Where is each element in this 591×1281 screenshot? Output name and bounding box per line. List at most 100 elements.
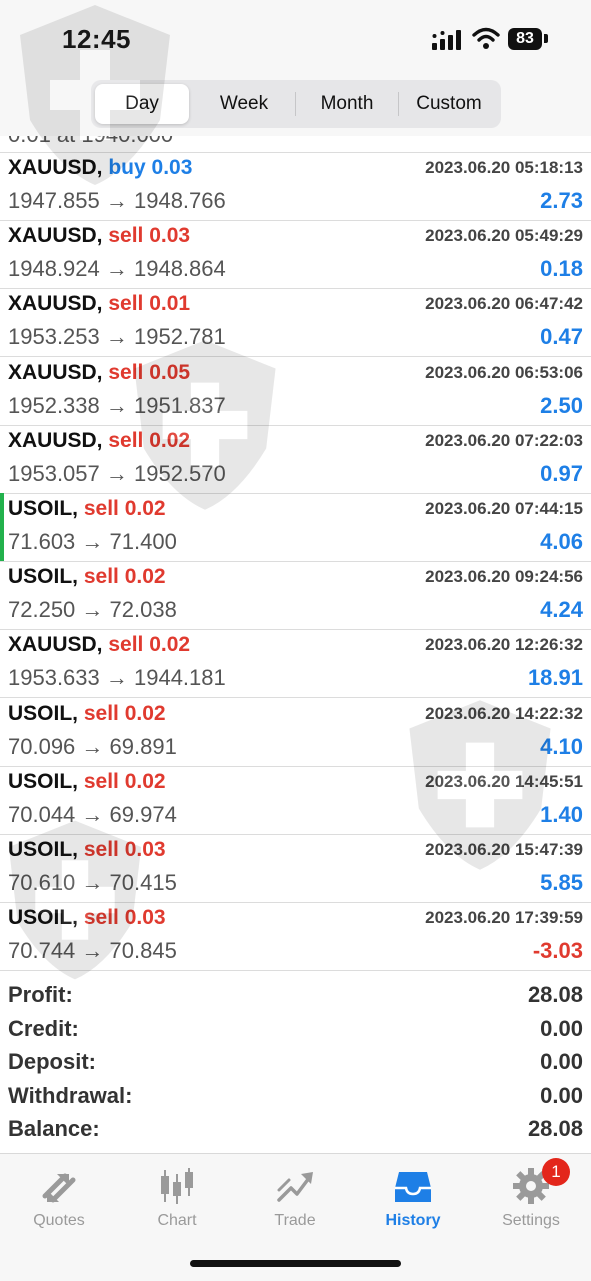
trade-side: sell 0.02 [83, 565, 166, 589]
trade-profit: 5.85 [540, 870, 583, 895]
trade-icon [277, 1172, 313, 1202]
tab-trade[interactable]: Trade [236, 1162, 354, 1242]
tab-chart[interactable]: Chart [118, 1162, 236, 1242]
trade-symbol-line: USOIL, sell 0.03 [8, 838, 166, 862]
trade-symbol-line: XAUUSD, sell 0.01 [8, 292, 190, 316]
trade-side: sell 0.03 [83, 906, 166, 930]
trade-symbol-line: USOIL, sell 0.02 [8, 770, 166, 794]
tab-history-label: History [385, 1212, 441, 1229]
trade-profit: 2.73 [540, 188, 583, 213]
trade-prices: 1953.253 → 1952.781 [8, 324, 226, 350]
trade-symbol-line: USOIL, sell 0.02 [8, 497, 166, 521]
trade-side: sell 0.02 [83, 769, 166, 793]
selected-row-marker [0, 493, 4, 561]
home-indicator [190, 1260, 401, 1267]
trade-row[interactable]: USOIL, sell 0.03 2023.06.20 15:47:39 70.61… [0, 834, 591, 903]
status-time: 12:45 [62, 24, 131, 54]
trade-side: sell 0.02 [83, 701, 166, 725]
trade-row[interactable]: USOIL, sell 0.02 2023.06.20 14:45:51 70.04… [0, 766, 591, 835]
trade-profit: 4.24 [540, 597, 583, 623]
trade-symbol-line: XAUUSD, sell 0.05 [8, 361, 190, 385]
trade-profit: 0.47 [540, 324, 583, 350]
tab-quotes[interactable]: Quotes [0, 1162, 118, 1242]
trade-side: buy 0.03 [108, 156, 193, 179]
trade-history-list[interactable]: 0.01 at 1940.000 XAUUSD, buy 0.03 2023.06… [0, 136, 591, 972]
summary-label: Withdrawal: [8, 1082, 133, 1108]
trade-side: sell 0.01 [108, 292, 191, 316]
summary-label: Credit: [8, 1015, 79, 1041]
trade-symbol: USOIL, [8, 497, 79, 520]
trade-prices: 72.250 → 72.038 [8, 597, 177, 623]
segment-custom[interactable]: Custom [399, 84, 499, 124]
trade-datetime: 2023.06.20 07:22:03 [425, 430, 583, 450]
trade-row[interactable]: XAUUSD, sell 0.02 2023.06.20 07:22:03 1953… [0, 425, 591, 494]
quotes-icon [42, 1173, 76, 1203]
tab-settings-label: Settings [502, 1212, 560, 1229]
tab-history[interactable]: History [354, 1162, 472, 1242]
segment-day[interactable]: Day [95, 84, 189, 124]
trade-row[interactable]: XAUUSD, sell 0.05 2023.06.20 06:53:06 1952… [0, 357, 591, 426]
trade-row[interactable]: XAUUSD, buy 0.03 2023.06.20 05:18:13 1947.… [0, 152, 591, 221]
trade-side: sell 0.02 [108, 633, 191, 657]
trade-profit: -3.03 [532, 938, 583, 964]
tab-chart-label: Chart [157, 1212, 197, 1229]
summary-value: 0.00 [540, 1049, 583, 1074]
chart-icon [161, 1168, 193, 1204]
trade-datetime: 2023.06.20 06:53:06 [425, 362, 583, 382]
segment-week[interactable]: Week [194, 84, 294, 124]
trade-datetime: 2023.06.20 09:24:56 [425, 567, 583, 587]
trade-row[interactable]: XAUUSD, sell 0.02 2023.06.20 12:26:32 1953… [0, 629, 591, 699]
trade-row[interactable]: USOIL, sell 0.03 2023.06.20 17:39:59 70.74… [0, 902, 591, 972]
trade-side: sell 0.03 [108, 224, 191, 248]
account-summary: Profit: 28.08 Credit: 0.00 Deposit: 0.00 Withd… [0, 978, 591, 1150]
trade-row[interactable]: XAUUSD, sell 0.03 2023.06.20 05:49:29 1948… [0, 220, 591, 290]
trade-datetime: 2023.06.20 15:47:39 [425, 840, 583, 859]
trade-symbol: XAUUSD, [8, 156, 103, 179]
trade-row[interactable]: USOIL, sell 0.02 2023.06.20 07:44:15 71.60… [0, 493, 591, 562]
trade-symbol-line: XAUUSD, sell 0.03 [8, 224, 190, 248]
summary-row: Withdrawal: 0.00 [0, 1079, 591, 1112]
trade-symbol-line: XAUUSD, sell 0.02 [8, 429, 190, 453]
settings-notification-badge: 1 [542, 1158, 570, 1186]
trade-profit: 0.97 [540, 460, 583, 486]
summary-value: 28.08 [527, 1116, 583, 1141]
trade-symbol: USOIL, [8, 769, 79, 793]
segment-month[interactable]: Month [296, 84, 398, 124]
trade-prices: 1952.338 → 1951.837 [8, 392, 226, 418]
trade-symbol-line: USOIL, sell 0.03 [8, 906, 166, 930]
battery-cap [544, 34, 548, 43]
trade-symbol-line: XAUUSD, sell 0.02 [8, 633, 190, 657]
tab-settings[interactable]: Settings [472, 1162, 590, 1242]
trade-datetime: 2023.06.20 12:26:32 [425, 635, 583, 655]
trade-symbol: XAUUSD, [8, 633, 103, 657]
tab-quotes-label: Quotes [33, 1212, 85, 1229]
summary-row: Deposit: 0.00 [0, 1045, 591, 1078]
wifi-icon [472, 27, 500, 49]
trade-datetime: 2023.06.20 17:39:59 [425, 908, 583, 928]
summary-label: Deposit: [8, 1049, 96, 1074]
trade-profit: 4.10 [540, 733, 583, 759]
trade-symbol: USOIL, [8, 565, 79, 589]
trade-side: sell 0.05 [108, 360, 191, 384]
trade-row[interactable]: XAUUSD, sell 0.01 2023.06.20 06:47:42 1953… [0, 288, 591, 358]
trade-side: sell 0.03 [83, 838, 166, 861]
trade-prices: 1948.924 → 1948.864 [8, 256, 226, 282]
trade-symbol: XAUUSD, [8, 292, 103, 316]
summary-row: Credit: 0.00 [0, 1012, 591, 1045]
trade-datetime: 2023.06.20 14:45:51 [425, 771, 583, 791]
partial-row-text: 0.01 at 1940.000 [8, 136, 173, 152]
trade-prices: 1953.057 → 1952.570 [8, 460, 226, 486]
trade-side: sell 0.02 [108, 428, 191, 452]
trade-side: sell 0.02 [83, 497, 166, 520]
trade-symbol-line: USOIL, sell 0.02 [8, 565, 166, 589]
trade-row[interactable]: USOIL, sell 0.02 2023.06.20 09:24:56 72.25… [0, 561, 591, 631]
trade-symbol: USOIL, [8, 701, 79, 725]
cellular-signal-icon [432, 30, 461, 50]
status-bar: 12:45 83 [0, 0, 591, 80]
trade-profit: 2.50 [540, 392, 583, 418]
trade-profit: 1.40 [540, 801, 583, 827]
trade-prices: 70.610 → 70.415 [8, 870, 177, 895]
summary-value: 0.00 [540, 1015, 583, 1041]
tab-trade-label: Trade [274, 1212, 316, 1229]
trade-row[interactable]: USOIL, sell 0.02 2023.06.20 14:22:32 70.09… [0, 698, 591, 767]
